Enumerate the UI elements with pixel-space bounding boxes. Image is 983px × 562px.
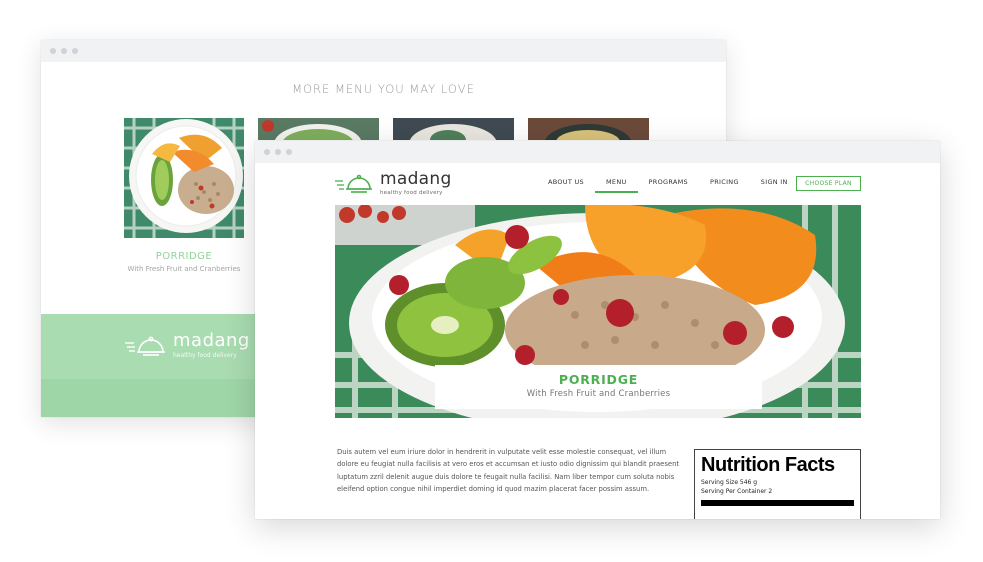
site-logo[interactable]: madang healthy food delivery xyxy=(335,171,452,196)
nutrition-divider xyxy=(701,500,854,506)
cloche-icon xyxy=(125,336,165,356)
serving-size: Serving Size 546 g xyxy=(701,479,758,486)
browser-chrome xyxy=(255,141,940,163)
dish-image xyxy=(528,118,649,140)
nav-item-about-us[interactable]: ABOUT US xyxy=(537,178,595,186)
nav-item-programs[interactable]: PROGRAMS xyxy=(638,178,699,186)
top-navigation: madang healthy food delivery ABOUT US ME… xyxy=(255,163,940,205)
window-dot xyxy=(50,48,56,54)
porridge-image xyxy=(124,118,244,238)
window-dot xyxy=(264,149,270,155)
logo-wordmark: madang xyxy=(173,330,250,351)
footer-logo[interactable]: madang healthy food delivery xyxy=(125,332,250,359)
nav-item-sign-in[interactable]: SIGN IN xyxy=(750,178,799,186)
menu-thumbnail-porridge[interactable] xyxy=(124,118,244,238)
menu-thumbnail[interactable] xyxy=(393,118,514,140)
nav-menu: ABOUT US MENU PROGRAMS PRICING SIGN IN xyxy=(537,178,799,193)
menu-thumbnail[interactable] xyxy=(258,118,379,140)
nav-item-menu[interactable]: MENU xyxy=(595,178,638,193)
hero-caption: PORRIDGE With Fresh Fruit and Cranberrie… xyxy=(435,365,762,409)
dish-image xyxy=(393,118,514,140)
cloche-icon xyxy=(335,174,372,193)
window-dot xyxy=(61,48,67,54)
window-dot xyxy=(72,48,78,54)
card-title: PORRIDGE xyxy=(155,251,213,262)
nav-item-pricing[interactable]: PRICING xyxy=(699,178,750,186)
window-dot xyxy=(286,149,292,155)
window-dot xyxy=(275,149,281,155)
logo-tagline: healthy food delivery xyxy=(380,190,443,196)
nutrition-facts-panel: Nutrition Facts Serving Size 546 g Servi… xyxy=(694,449,861,519)
dish-title: PORRIDGE xyxy=(558,372,639,387)
logo-wordmark: madang xyxy=(380,169,452,189)
dish-image xyxy=(258,118,379,140)
browser-chrome xyxy=(41,40,726,62)
choose-plan-button[interactable]: CHOOSE PLAN xyxy=(796,176,861,191)
section-heading: MORE MENU YOU MAY LOVE xyxy=(292,82,475,96)
nutrition-title: Nutrition Facts xyxy=(701,454,835,476)
logo-tagline: healthy food delivery xyxy=(173,352,237,359)
dish-subtitle: With Fresh Fruit and Cranberries xyxy=(526,389,671,399)
menu-thumbnail[interactable] xyxy=(528,118,649,140)
card-subtitle: With Fresh Fruit and Cranberries xyxy=(127,265,241,273)
hero-banner: PORRIDGE With Fresh Fruit and Cranberrie… xyxy=(335,205,861,418)
dish-description: Duis autem vel eum iriure dolor in hendr… xyxy=(337,448,680,494)
servings-per-container: Serving Per Container 2 xyxy=(701,488,773,495)
front-browser-window: madang healthy food delivery ABOUT US ME… xyxy=(255,141,940,519)
